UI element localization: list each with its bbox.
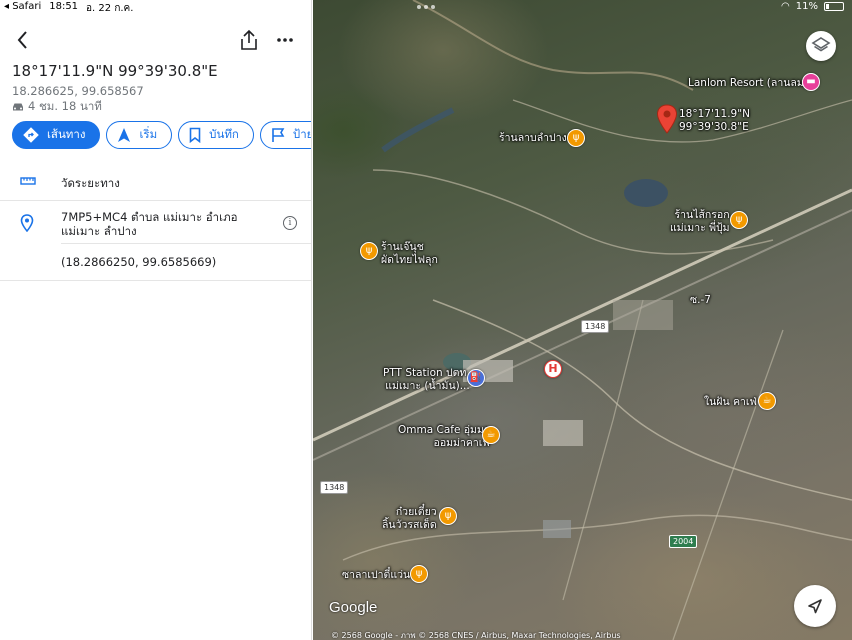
divider (0, 280, 311, 281)
directions-icon (23, 127, 39, 143)
save-button[interactable]: บันทึก (178, 121, 254, 149)
directions-button[interactable]: เส้นทาง (12, 121, 101, 149)
decimal-coords: (18.2866250, 99.6585669) (61, 255, 217, 269)
address-line-1: 7MP5+MC4 ตำบล แม่เมาะ อำเภอ (61, 210, 238, 224)
restaurant-icon[interactable]: ψ (360, 242, 378, 260)
place-decimal-coords: 18.286625, 99.658567 (12, 84, 144, 98)
panel-toolbar (0, 28, 311, 52)
location-pin-icon (20, 214, 34, 232)
kuay-line1: ก๋วยเตี๋ยว (395, 506, 437, 518)
share-button[interactable] (238, 28, 260, 52)
saikrok-line1: ร้านไส้กรอก (674, 209, 730, 221)
road-shield-2004: 2004 (669, 535, 698, 548)
status-bar: ◂ Safari 18:51 อ. 22 ก.ค. ◠ 11% (0, 0, 852, 14)
wifi-icon: ◠ (781, 1, 790, 12)
save-label: บันทึก (209, 127, 239, 141)
measure-distance-label: วัดระยะทาง (61, 176, 120, 190)
restaurant-icon[interactable]: ψ (567, 129, 585, 147)
restaurant-icon[interactable]: ψ (439, 507, 457, 525)
place-label-saikrok[interactable]: ร้านไส้กรอก แม่เมาะ พี่ปุ้ม (670, 209, 730, 235)
divider (0, 200, 311, 201)
satellite-map[interactable]: 18°17'11.9"N 99°39'30.8"E Lanlom Resort … (313, 0, 852, 640)
plus-code-address: 7MP5+MC4 ตำบล แม่เมาะ อำเภอ แม่เมาะ ลำปา… (61, 210, 261, 238)
hospital-icon[interactable]: H (544, 360, 562, 378)
status-time: 18:51 (49, 1, 79, 12)
gas-station-icon[interactable]: ⛽ (467, 369, 485, 387)
dropped-pin-icon[interactable] (656, 104, 678, 134)
place-label-kuay[interactable]: ก๋วยเตี๋ยว ลิ้นวัวรสเด็ด (382, 506, 437, 532)
cafe-icon[interactable]: ☕ (758, 392, 776, 410)
road-shield-1348: 1348 (320, 481, 349, 494)
my-location-button[interactable] (794, 585, 836, 627)
battery-icon (824, 2, 844, 11)
measure-distance-row[interactable]: วัดระยะทาง (0, 165, 311, 199)
ptt-line1: PTT Station ปตท. (383, 367, 470, 379)
start-button[interactable]: เริ่ม (106, 121, 173, 149)
back-button[interactable] (14, 28, 34, 52)
place-title: 18°17'11.9"N 99°39'30.8"E (12, 62, 218, 80)
back-to-safari-link[interactable]: ◂ Safari (4, 1, 41, 16)
street-label-soi7: ซ.-7 (690, 294, 711, 306)
more-options-button[interactable] (274, 28, 296, 52)
pin-label-line1: 18°17'11.9"N (679, 108, 750, 120)
start-label: เริ่ม (139, 127, 158, 141)
address-line-2: แม่เมาะ ลำปาง (61, 224, 137, 238)
plus-code-address-row[interactable]: 7MP5+MC4 ตำบล แม่เมาะ อำเภอ แม่เมาะ ลำปา… (0, 206, 311, 242)
flag-icon (272, 128, 285, 142)
navigation-arrow-icon (118, 128, 131, 142)
place-panel: 18°17'11.9"N 99°39'30.8"E 18.286625, 99.… (0, 0, 312, 640)
location-arrow-icon (808, 599, 822, 614)
google-logo: Google (329, 599, 378, 616)
cafe-icon[interactable]: ☕ (482, 426, 500, 444)
road-shield-1348: 1348 (581, 320, 610, 333)
jeanuch-line2: ผัดไทยไฟลุก (381, 254, 438, 266)
map-attribution[interactable]: © 2568 Google - ภาพ © 2568 CNES / Airbus… (331, 629, 621, 640)
restaurant-icon[interactable]: ψ (410, 565, 428, 583)
omma-line2: ออมม่าคาเฟ่ (433, 437, 490, 449)
status-date: อ. 22 ก.ค. (86, 3, 134, 14)
place-label-lamlampang[interactable]: ร้านลาบลำปาง (499, 132, 567, 145)
place-label-ptt[interactable]: PTT Station ปตท. แม่เมาะ (น้ำมัน)... (383, 367, 470, 393)
divider (61, 243, 311, 244)
place-label-salapao[interactable]: ซาลาเปาตี๋แว่น (342, 569, 410, 582)
restaurant-icon[interactable]: ψ (730, 211, 748, 229)
pin-coords-label: 18°17'11.9"N 99°39'30.8"E (679, 108, 750, 134)
jeanuch-line1: ร้านเจ๊นุช (381, 241, 424, 253)
decimal-coords-row[interactable]: (18.2866250, 99.6585669) (0, 253, 311, 273)
label-button[interactable]: ป้ายกำ (259, 121, 311, 149)
saikrok-line2: แม่เมาะ พี่ปุ้ม (670, 222, 730, 234)
status-left: ◂ Safari 18:51 อ. 22 ก.ค. (4, 1, 133, 16)
share-icon (241, 29, 257, 50)
place-label-lanlom[interactable]: Lanlom Resort (ลานลม) (688, 77, 808, 90)
map-layers-button[interactable] (806, 31, 836, 61)
pin-label-line2: 99°39'30.8"E (679, 121, 749, 133)
place-label-nainfhun[interactable]: ในฝัน คาเฟ่ (704, 396, 757, 409)
status-right: ◠ 11% (781, 1, 844, 12)
more-horizontal-icon (277, 38, 293, 42)
hotel-icon[interactable]: ▬ (802, 73, 820, 91)
kuay-line2: ลิ้นวัวรสเด็ด (382, 519, 437, 531)
ptt-line2: แม่เมาะ (น้ำมัน)... (385, 380, 470, 392)
bookmark-icon (189, 127, 201, 143)
directions-label: เส้นทาง (47, 127, 86, 141)
chevron-left-icon (17, 31, 27, 49)
action-chips: เส้นทาง เริ่ม บันทึก ป้ายกำ (12, 121, 311, 149)
place-label-jeanuch[interactable]: ร้านเจ๊นุช ผัดไทยไฟลุก (381, 241, 438, 267)
label-label: ป้ายกำ (292, 127, 311, 141)
car-icon (13, 103, 23, 111)
place-label-omma[interactable]: Omma Cafe อุ่มมา ออมม่าคาเฟ่ (398, 424, 490, 450)
layers-icon (811, 37, 831, 52)
drive-time: 4 ชม. 18 นาที (12, 98, 102, 116)
omma-line1: Omma Cafe อุ่มมา (398, 424, 490, 436)
ruler-icon (20, 177, 36, 185)
battery-percent: 11% (795, 1, 818, 12)
info-icon[interactable]: i (283, 216, 297, 230)
drive-time-text: 4 ชม. 18 นาที (28, 99, 102, 113)
